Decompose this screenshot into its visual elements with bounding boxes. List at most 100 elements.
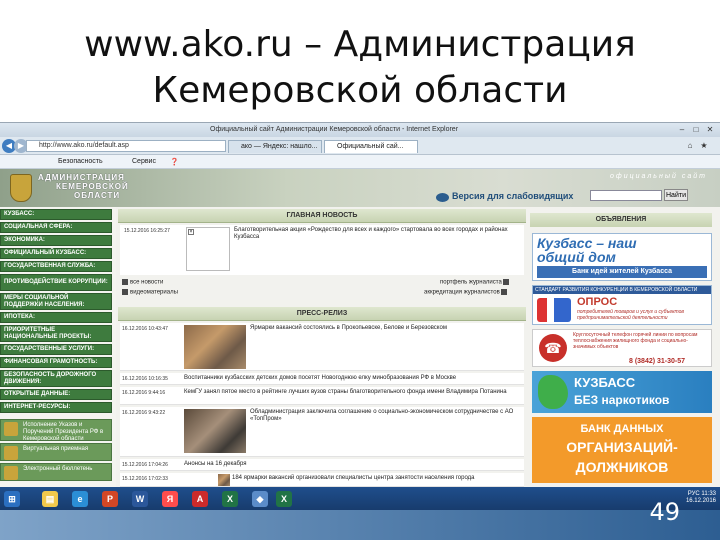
home-icon[interactable]: ⌂ xyxy=(684,141,696,150)
announcements-heading: ОБЪЯВЛЕНИЯ xyxy=(530,213,712,227)
url-field[interactable]: http://www.ako.ru/default.asp xyxy=(26,140,226,152)
security-menu[interactable]: Безопасность xyxy=(58,158,103,165)
explorer-icon[interactable]: ▤ xyxy=(42,491,58,507)
nav-item[interactable]: ПРОТИВОДЕЙСТВИЕ КОРРУПЦИИ: xyxy=(0,274,112,291)
web-page: АДМИНИСТРАЦИЯ КЕМЕРОВСКОЙ ОБЛАСТИ официа… xyxy=(0,169,720,487)
nav-item[interactable]: СОЦИАЛЬНАЯ СФЕРА: xyxy=(0,222,112,233)
site-header: АДМИНИСТРАЦИЯ КЕМЕРОВСКОЙ ОБЛАСТИ официа… xyxy=(0,169,720,207)
press-text[interactable]: Обладминистрация заключила соглашение о … xyxy=(250,409,520,423)
search-button[interactable]: Найти xyxy=(664,189,688,201)
ad5-line1: БАНК ДАННЫХ xyxy=(580,423,664,435)
side-banner-label: Исполнение Указов и Поручений Президента… xyxy=(23,422,104,442)
competition-logo-icon xyxy=(537,298,571,322)
excel-icon[interactable]: X xyxy=(276,491,292,507)
press-photo[interactable] xyxy=(218,474,230,486)
excel-icon[interactable]: X xyxy=(222,491,238,507)
word-icon[interactable]: W xyxy=(132,491,148,507)
main-news-item[interactable]: 15.12.2016 16:25:27 × Благотворительная … xyxy=(120,225,524,275)
ad2-header: СТАНДАРТ РАЗВИТИЯ КОНКУРЕНЦИИ В КЕМЕРОВС… xyxy=(533,286,711,294)
press-item[interactable]: 16.12.2016 9:44:16 КемГУ занял пятое мес… xyxy=(120,387,524,405)
press-item[interactable]: 16.12.2016 10:43:47 Ярмарки вакансий сос… xyxy=(120,323,524,371)
left-navigation: КУЗБАСС: СОЦИАЛЬНАЯ СФЕРА: ЭКОНОМИКА: ОФ… xyxy=(0,207,116,487)
help-icon[interactable]: ❓ xyxy=(170,158,179,166)
start-icon[interactable]: ⊞ xyxy=(4,491,20,507)
command-bar: Безопасность Сервис ❓ xyxy=(0,155,720,169)
close-icon[interactable]: ✕ xyxy=(704,125,716,134)
side-banner[interactable]: Электронный бюллетень xyxy=(0,463,112,481)
press-date: 16.12.2016 9:43:22 xyxy=(122,410,166,416)
video-icon xyxy=(122,289,128,295)
logo-line2: КЕМЕРОВСКОЙ xyxy=(56,182,129,191)
news-thumbnail[interactable]: × xyxy=(186,227,230,271)
nav-item[interactable]: ОФИЦИАЛЬНЫЙ КУЗБАСС: xyxy=(0,248,112,259)
pdf-icon[interactable]: A xyxy=(192,491,208,507)
nav-item[interactable]: ОТКРЫТЫЕ ДАННЫЕ: xyxy=(0,389,112,400)
nav-item[interactable]: БЕЗОПАСНОСТЬ ДОРОЖНОГО ДВИЖЕНИЯ: xyxy=(0,370,112,387)
press-date: 16.12.2016 10:16:35 xyxy=(122,376,168,382)
service-menu[interactable]: Сервис xyxy=(132,158,156,165)
hotline-banner[interactable]: ☎ Круглосуточный телефон горячей линии п… xyxy=(532,329,712,367)
press-photo[interactable] xyxy=(184,409,246,453)
minimize-icon[interactable]: – xyxy=(676,125,688,134)
survey-banner[interactable]: СТАНДАРТ РАЗВИТИЯ КОНКУРЕНЦИИ В КЕМЕРОВС… xyxy=(532,285,712,325)
official-tag: официальный сайт xyxy=(610,173,707,180)
language-indicator[interactable]: РУС xyxy=(688,491,700,497)
address-bar: ◀ ▶ http://www.ako.ru/default.asp ако — … xyxy=(0,137,720,155)
press-item[interactable]: 16.12.2016 10:16:35 Воспитанники кузбасс… xyxy=(120,373,524,385)
announcements-column: ОБЪЯВЛЕНИЯ Кузбасс – наш общий дом Банк … xyxy=(528,207,720,487)
tab-official-site[interactable]: Официальный сай... xyxy=(324,140,418,153)
side-banner[interactable]: Исполнение Указов и Поручений Президента… xyxy=(0,419,112,442)
ad5-line2: ОРГАНИЗАЦИЙ- xyxy=(566,439,678,455)
nav-item[interactable]: ГОСУДАРСТВЕННАЯ СЛУЖБА: xyxy=(0,261,112,272)
site-logo[interactable]: АДМИНИСТРАЦИЯ КЕМЕРОВСКОЙ ОБЛАСТИ xyxy=(38,173,129,200)
nav-item[interactable]: ИПОТЕКА: xyxy=(0,312,112,323)
press-date: 15.12.2016 17:02:33 xyxy=(122,476,168,482)
tab-yandex[interactable]: ако — Яндекс: нашло... xyxy=(228,140,322,153)
portfolio-link[interactable]: портфель журналиста xyxy=(440,279,511,286)
press-item[interactable]: 16.12.2016 9:43:22 Обладминистрация закл… xyxy=(120,407,524,457)
press-text[interactable]: 184 ярмарки вакансий организовали специа… xyxy=(232,475,520,482)
accreditation-link[interactable]: аккредитация журналистов xyxy=(424,289,509,296)
nav-item[interactable]: МЕРЫ СОЦИАЛЬНОЙ ПОДДЕРЖКИ НАСЕЛЕНИЯ: xyxy=(0,293,112,310)
maximize-icon[interactable]: □ xyxy=(690,125,702,134)
nav-item[interactable]: ИНТЕРНЕТ-РЕСУРСЫ: xyxy=(0,402,112,413)
nav-item[interactable]: ЭКОНОМИКА: xyxy=(0,235,112,246)
eye-icon[interactable] xyxy=(436,193,449,202)
ie-icon[interactable]: e xyxy=(72,491,88,507)
no-drugs-banner[interactable]: КУЗБАСС БЕЗ наркотиков xyxy=(532,371,712,413)
press-text[interactable]: КемГУ занял пятое место в рейтинге лучши… xyxy=(184,389,520,396)
video-link[interactable]: видеоматериалы xyxy=(122,289,178,296)
ideas-bank-banner[interactable]: Кузбасс – наш общий дом Банк идей жителе… xyxy=(532,233,712,281)
bulletin-icon xyxy=(4,466,18,480)
press-text[interactable]: Ярмарки вакансий состоялись в Прокопьевс… xyxy=(250,325,520,332)
press-item[interactable]: 15.12.2016 17:02:33 184 ярмарки вакансий… xyxy=(120,473,524,487)
press-photo[interactable] xyxy=(184,325,246,369)
yandex-icon[interactable]: Я xyxy=(162,491,178,507)
logo-line1: АДМИНИСТРАЦИЯ xyxy=(38,173,125,182)
news-date: 15.12.2016 16:25:27 xyxy=(124,228,170,234)
powerpoint-icon[interactable]: P xyxy=(102,491,118,507)
nav-item[interactable]: ГОСУДАРСТВЕННЫЕ УСЛУГИ: xyxy=(0,344,112,355)
main-news-heading: ГЛАВНАЯ НОВОСТЬ xyxy=(118,209,526,223)
nav-item[interactable]: ФИНАНСОВАЯ ГРАМОТНОСТЬ: xyxy=(0,357,112,368)
nav-item[interactable]: КУЗБАСС: xyxy=(0,209,112,220)
slide-footer-bar xyxy=(0,510,720,540)
favorites-icon[interactable]: ★ xyxy=(698,141,710,150)
search-input[interactable] xyxy=(590,190,662,201)
ad2-title: ОПРОС xyxy=(577,296,618,308)
press-text[interactable]: Анонсы на 16 декабря xyxy=(184,461,520,468)
all-news-link[interactable]: все новости xyxy=(122,279,163,286)
window-titlebar: Официальный сайт Администрации Кемеровск… xyxy=(0,123,720,137)
press-text[interactable]: Воспитанники кузбасских детских домов по… xyxy=(184,375,520,382)
center-column: ГЛАВНАЯ НОВОСТЬ 15.12.2016 16:25:27 × Бл… xyxy=(118,207,526,487)
list-icon xyxy=(122,279,128,285)
news-text[interactable]: Благотворительная акция «Рождество для в… xyxy=(234,227,520,241)
debtors-banner[interactable]: БАНК ДАННЫХ ОРГАНИЗАЦИЙ- ДОЛЖНИКОВ xyxy=(532,417,712,483)
press-item[interactable]: 15.12.2016 17:04:26 Анонсы на 16 декабря xyxy=(120,459,524,471)
window-title: Официальный сайт Администрации Кемеровск… xyxy=(210,126,459,133)
side-banner[interactable]: Виртуальная приемная xyxy=(0,443,112,461)
nav-item[interactable]: ПРИОРИТЕТНЫЕ НАЦИОНАЛЬНЫЕ ПРОЕКТЫ: xyxy=(0,325,112,342)
vision-impaired-link[interactable]: Версия для слабовидящих xyxy=(452,191,573,201)
app-icon[interactable]: ◆ xyxy=(252,491,268,507)
slide-title: www.ako.ru – Администрация Кемеровской о… xyxy=(0,22,720,114)
